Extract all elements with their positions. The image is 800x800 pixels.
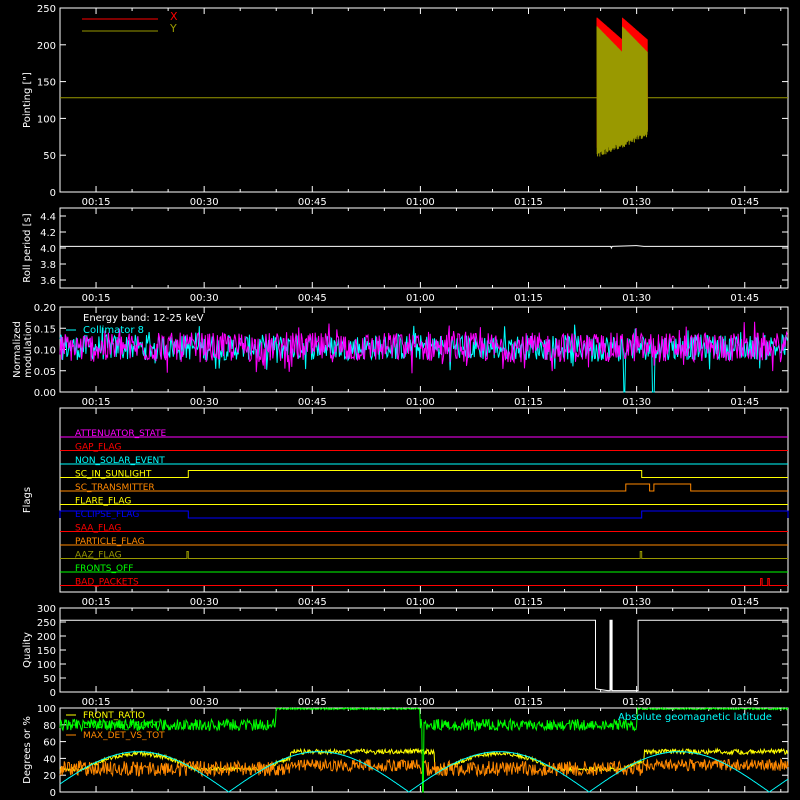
- roll-xtick-label: 00:15: [82, 293, 111, 304]
- pointing-ytick-label: 250: [37, 4, 56, 15]
- quality-spike-block: [609, 620, 613, 691]
- flags-ylabel: Flags: [22, 487, 33, 513]
- pointing-xtick-label: 00:45: [298, 197, 327, 208]
- roll-ytick-label: 4.0: [40, 244, 56, 255]
- quality-ytick-label: 150: [37, 646, 56, 657]
- quality-xtick-label: 00:45: [298, 697, 327, 708]
- modulation-xtick-label: 01:15: [514, 397, 543, 408]
- flags-xtick-label: 00:15: [82, 597, 111, 608]
- modulation-legend-label: Collimator 8: [83, 325, 144, 336]
- flags-xtick-label: 00:30: [190, 597, 219, 608]
- quality-xtick-label: 00:15: [82, 697, 111, 708]
- roll-xtick-label: 00:30: [190, 293, 219, 304]
- quality-ylabel: Quality: [22, 632, 33, 668]
- degrees-legend-label-0: FRONT_RATIO: [83, 711, 145, 721]
- quality-ytick-label: 300: [37, 604, 56, 615]
- degrees-ytick-label: 80: [43, 721, 56, 732]
- roll-ytick-label: 4.4: [40, 212, 56, 223]
- degrees-ytick-label: 0: [50, 788, 56, 799]
- quality-ytick-label: 200: [37, 632, 56, 643]
- modulation-ylabel: Normalizedmodulation: [12, 321, 34, 378]
- pointing-ylabel: Pointing ["]: [22, 72, 33, 128]
- modulation-ytick-label: 0.20: [34, 303, 56, 314]
- modulation-xtick-label: 00:15: [82, 397, 111, 408]
- quality-xtick-label: 01:30: [622, 697, 651, 708]
- degrees-ytick-label: 100: [37, 704, 56, 715]
- legend-label-y: Y: [169, 22, 177, 35]
- modulation-energy-band: Energy band: 12-25 keV: [83, 313, 204, 324]
- quality-xtick-label: 01:45: [730, 697, 759, 708]
- roll-ytick-label: 3.8: [40, 260, 56, 271]
- modulation-xtick-label: 01:30: [622, 397, 651, 408]
- modulation-ytick-label: 0.10: [34, 346, 56, 357]
- quality-xtick-label: 00:30: [190, 697, 219, 708]
- pointing-xtick-label: 01:30: [622, 197, 651, 208]
- pointing-xtick-label: 00:30: [190, 197, 219, 208]
- pointing-xtick-label: 01:15: [514, 197, 543, 208]
- flags-xtick-label: 01:00: [406, 597, 435, 608]
- modulation-xtick-label: 00:45: [298, 397, 327, 408]
- roll-ytick-label: 3.6: [40, 276, 56, 287]
- modulation-ylabel-line1: Normalized: [12, 321, 23, 378]
- pointing-ytick-label: 200: [37, 41, 56, 52]
- modulation-xtick-label: 01:00: [406, 397, 435, 408]
- pointing-ytick-label: 50: [43, 151, 56, 162]
- pointing-xtick-label: 01:00: [406, 197, 435, 208]
- quality-xtick-label: 01:00: [406, 697, 435, 708]
- roll-xtick-label: 01:00: [406, 293, 435, 304]
- chart-stage: 050100150200250Pointing ["]00:15 00:30 00:…: [0, 0, 800, 800]
- degrees-ylabel: Degrees or %: [22, 716, 33, 784]
- modulation-ytick-label: 0.00: [34, 388, 56, 399]
- flags-xtick-label: 01:15: [514, 597, 543, 608]
- figure-background: [0, 0, 800, 800]
- flags-xtick-label: 01:45: [730, 597, 759, 608]
- pointing-xtick-label: 01:45: [730, 197, 759, 208]
- quality-ytick-label: 50: [43, 674, 56, 685]
- modulation-ytick-label: 0.05: [34, 367, 56, 378]
- pointing-xtick-label: 00:15: [82, 197, 111, 208]
- pointing-ytick-label: 0: [50, 188, 56, 199]
- quality-ytick-label: 100: [37, 660, 56, 671]
- roll-xtick-label: 01:15: [514, 293, 543, 304]
- degrees-legend-label-1: LIVETIME_FRONT: [83, 721, 160, 731]
- flags-xtick-label: 01:30: [622, 597, 651, 608]
- roll-xtick-label: 00:45: [298, 293, 327, 304]
- roll-ylabel: Roll period [s]: [22, 213, 33, 282]
- degrees-latitude-label: Absolute geomagnetic latitude: [618, 712, 772, 723]
- roll-ytick-label: 4.2: [40, 228, 56, 239]
- degrees-ytick-label: 60: [43, 738, 56, 749]
- modulation-xtick-label: 01:45: [730, 397, 759, 408]
- degrees-legend-label-2: MAX_DET_VS_TOT: [83, 731, 165, 741]
- quality-xtick-label: 01:15: [514, 697, 543, 708]
- flags-xtick-label: 00:45: [298, 597, 327, 608]
- quality-ytick-label: 0: [50, 688, 56, 699]
- degrees-ytick-label: 40: [43, 754, 56, 765]
- modulation-xtick-label: 00:30: [190, 397, 219, 408]
- pointing-ytick-label: 150: [37, 78, 56, 89]
- modulation-ytick-label: 0.15: [34, 324, 56, 335]
- modulation-ylabel-line2: modulation: [23, 321, 34, 378]
- quality-ytick-label: 250: [37, 618, 56, 629]
- degrees-ytick-label: 20: [43, 771, 56, 782]
- roll-xtick-label: 01:30: [622, 293, 651, 304]
- roll-xtick-label: 01:45: [730, 293, 759, 304]
- pointing-ytick-label: 100: [37, 114, 56, 125]
